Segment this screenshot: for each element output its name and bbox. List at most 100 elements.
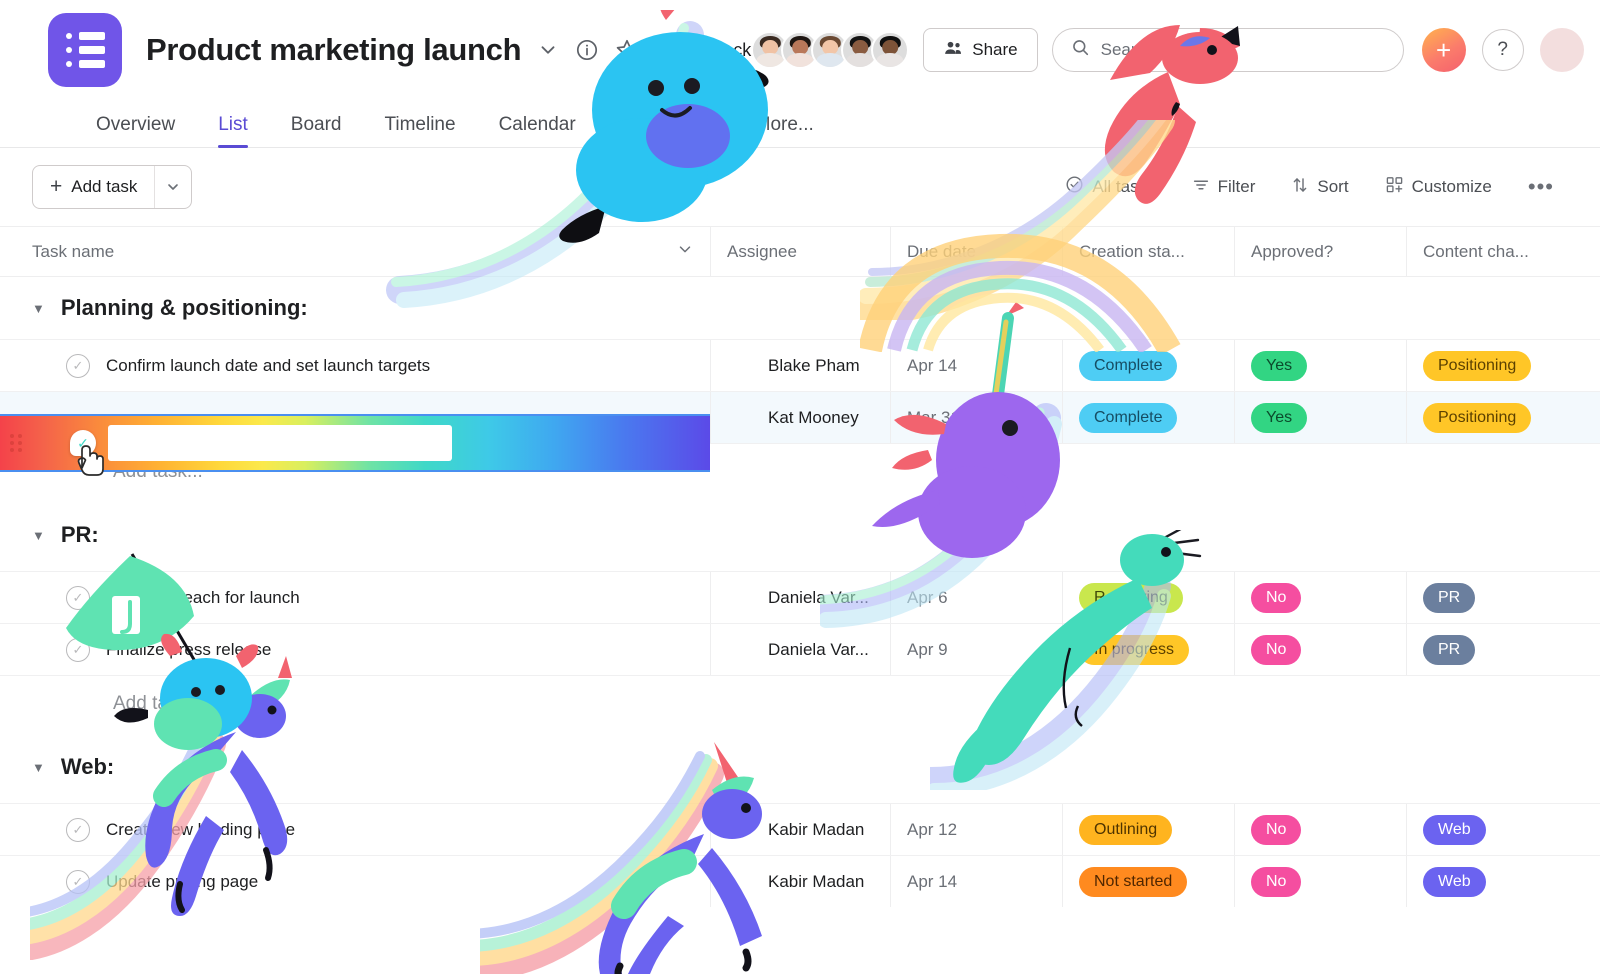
creation-status-cell[interactable]: Complete xyxy=(1062,340,1234,391)
add-button[interactable]: + xyxy=(1421,28,1466,72)
approved-badge: No xyxy=(1251,582,1302,613)
tab-list[interactable]: List xyxy=(218,114,248,148)
tab-calendar[interactable]: Calendar xyxy=(499,114,576,147)
all-tasks-filter[interactable]: All tasks xyxy=(1065,175,1156,199)
table-row[interactable]: ✓ Update pricing page Kabir Madan Apr 14… xyxy=(0,855,1600,907)
drag-handle-icon[interactable] xyxy=(10,434,38,452)
assignee-cell[interactable]: Blake Pham xyxy=(710,340,890,391)
check-circle-icon[interactable]: ✓ xyxy=(66,585,90,610)
due-date-cell[interactable]: Apr 14 xyxy=(890,856,1062,907)
check-circle-icon[interactable]: ✓ xyxy=(70,430,96,456)
triangle-down-icon[interactable]: ▼ xyxy=(32,301,45,316)
approved-badge: No xyxy=(1251,634,1302,665)
content-channel-cell[interactable]: Positioning xyxy=(1406,392,1600,443)
approved-cell[interactable]: Yes xyxy=(1234,340,1406,391)
assignee-cell[interactable]: Kabir Madan xyxy=(710,804,890,855)
due-date-cell[interactable]: Apr 9 xyxy=(890,624,1062,675)
assignee-cell[interactable]: Kabir Madan xyxy=(710,856,890,907)
task-name-cell[interactable]: ✓ Confirm launch date and set launch tar… xyxy=(0,340,710,391)
customize-button[interactable]: Customize xyxy=(1385,175,1492,199)
task-name-input[interactable] xyxy=(108,425,452,461)
assignee-cell[interactable]: Kat Mooney xyxy=(710,392,890,443)
approved-cell[interactable]: No xyxy=(1234,856,1406,907)
approved-badge: No xyxy=(1251,866,1302,897)
due-date-cell[interactable]: Apr 6 xyxy=(890,572,1062,623)
column-header-due-date[interactable]: Due date xyxy=(890,227,1062,276)
task-name-cell[interactable]: ✓ Finalize press release xyxy=(0,624,710,675)
creation-status-cell[interactable]: Reviewing xyxy=(1062,572,1234,623)
info-circle-icon[interactable] xyxy=(575,38,599,62)
section-header-web[interactable]: ▼ Web: xyxy=(0,731,1600,803)
assignee-cell[interactable]: Daniela Var... xyxy=(710,572,890,623)
triangle-down-icon[interactable]: ▼ xyxy=(32,528,45,543)
chevron-down-icon[interactable] xyxy=(155,166,191,208)
avatar[interactable] xyxy=(871,31,910,69)
tab-more[interactable]: More... xyxy=(755,114,814,147)
table-row[interactable]: ✓ Press outreach for launch Daniela Var.… xyxy=(0,571,1600,623)
column-header-assignee[interactable]: Assignee xyxy=(710,227,890,276)
status-badge: Not started xyxy=(1079,866,1188,897)
list-project-icon[interactable] xyxy=(48,13,122,87)
task-name-cell[interactable]: ✓ Update pricing page xyxy=(0,856,710,907)
search-input[interactable]: Search xyxy=(1051,28,1404,72)
creation-status-cell[interactable]: Not started xyxy=(1062,856,1234,907)
table-row[interactable]: ✓ Create new landing page Kabir Madan Ap… xyxy=(0,803,1600,855)
more-options-button[interactable]: ••• xyxy=(1528,174,1554,200)
content-channel-cell[interactable]: Web xyxy=(1406,804,1600,855)
member-avatar-group[interactable] xyxy=(751,31,910,69)
column-header-creation-status[interactable]: Creation sta... xyxy=(1062,227,1234,276)
help-button[interactable]: ? xyxy=(1481,29,1524,71)
star-icon[interactable] xyxy=(615,38,639,62)
sort-button[interactable]: Sort xyxy=(1291,176,1349,199)
content-channel-cell[interactable]: Positioning xyxy=(1406,340,1600,391)
triangle-down-icon[interactable]: ▼ xyxy=(32,760,45,775)
all-tasks-label: All tasks xyxy=(1092,177,1156,196)
section-title: Web: xyxy=(60,754,115,779)
approved-cell[interactable]: No xyxy=(1234,624,1406,675)
add-task-inline-pr[interactable]: Add task... xyxy=(0,675,1600,731)
due-date-cell[interactable]: Apr 14 xyxy=(890,340,1062,391)
due-date-cell[interactable]: Mar 31 xyxy=(890,392,1062,443)
status-badge: Outlining xyxy=(1079,814,1173,845)
check-circle-icon[interactable]: ✓ xyxy=(66,353,90,378)
chevron-down-icon[interactable] xyxy=(537,39,559,61)
add-task-button[interactable]: + Add task xyxy=(32,165,193,209)
chevron-down-icon[interactable] xyxy=(676,240,694,263)
sort-label: Sort xyxy=(1317,177,1349,196)
section-header-pr[interactable]: ▼ PR: xyxy=(0,499,1600,571)
check-circle-icon[interactable]: ✓ xyxy=(66,817,90,842)
filter-button[interactable]: Filter xyxy=(1192,176,1255,199)
approved-cell[interactable]: No xyxy=(1234,804,1406,855)
content-channel-cell[interactable]: Web xyxy=(1406,856,1600,907)
creation-status-cell[interactable]: In progress xyxy=(1062,624,1234,675)
tab-timeline[interactable]: Timeline xyxy=(384,114,455,147)
task-row-editing-rainbow[interactable]: ✓ xyxy=(0,414,710,472)
task-name-cell[interactable]: ✓ Create new landing page xyxy=(0,804,710,855)
due-date-cell[interactable]: Apr 12 xyxy=(890,804,1062,855)
table-row[interactable]: ✓ Confirm launch date and set launch tar… xyxy=(0,339,1600,391)
status-badge: Reviewing xyxy=(1079,582,1183,613)
tab-overview[interactable]: Overview xyxy=(96,114,175,147)
share-label: Share xyxy=(972,40,1018,59)
check-circle-icon[interactable]: ✓ xyxy=(66,637,90,662)
tab-dashboard[interactable]: Dashboard xyxy=(619,114,712,147)
approved-cell[interactable]: No xyxy=(1234,572,1406,623)
creation-status-cell[interactable]: Complete xyxy=(1062,392,1234,443)
content-channel-cell[interactable]: PR xyxy=(1406,624,1600,675)
assignee-cell[interactable]: Daniela Var... xyxy=(710,624,890,675)
column-header-approved[interactable]: Approved? xyxy=(1234,227,1406,276)
column-header-content-channel[interactable]: Content cha... xyxy=(1406,227,1600,276)
creation-status-cell[interactable]: Outlining xyxy=(1062,804,1234,855)
status-badge[interactable]: On track xyxy=(661,40,751,61)
channel-badge: Positioning xyxy=(1423,350,1532,381)
approved-cell[interactable]: Yes xyxy=(1234,392,1406,443)
user-avatar[interactable] xyxy=(1539,28,1584,72)
task-name-cell[interactable]: ✓ Press outreach for launch xyxy=(0,572,710,623)
table-row[interactable]: ✓ Finalize press release Daniela Var... … xyxy=(0,623,1600,675)
content-channel-cell[interactable]: PR xyxy=(1406,572,1600,623)
share-button[interactable]: Share xyxy=(923,28,1038,72)
view-tabs: Overview List Board Timeline Calendar Da… xyxy=(0,100,1600,148)
tab-board[interactable]: Board xyxy=(291,114,342,147)
check-circle-icon[interactable]: ✓ xyxy=(66,869,90,894)
section-header-planning[interactable]: ▼ Planning & positioning: xyxy=(0,277,1600,339)
